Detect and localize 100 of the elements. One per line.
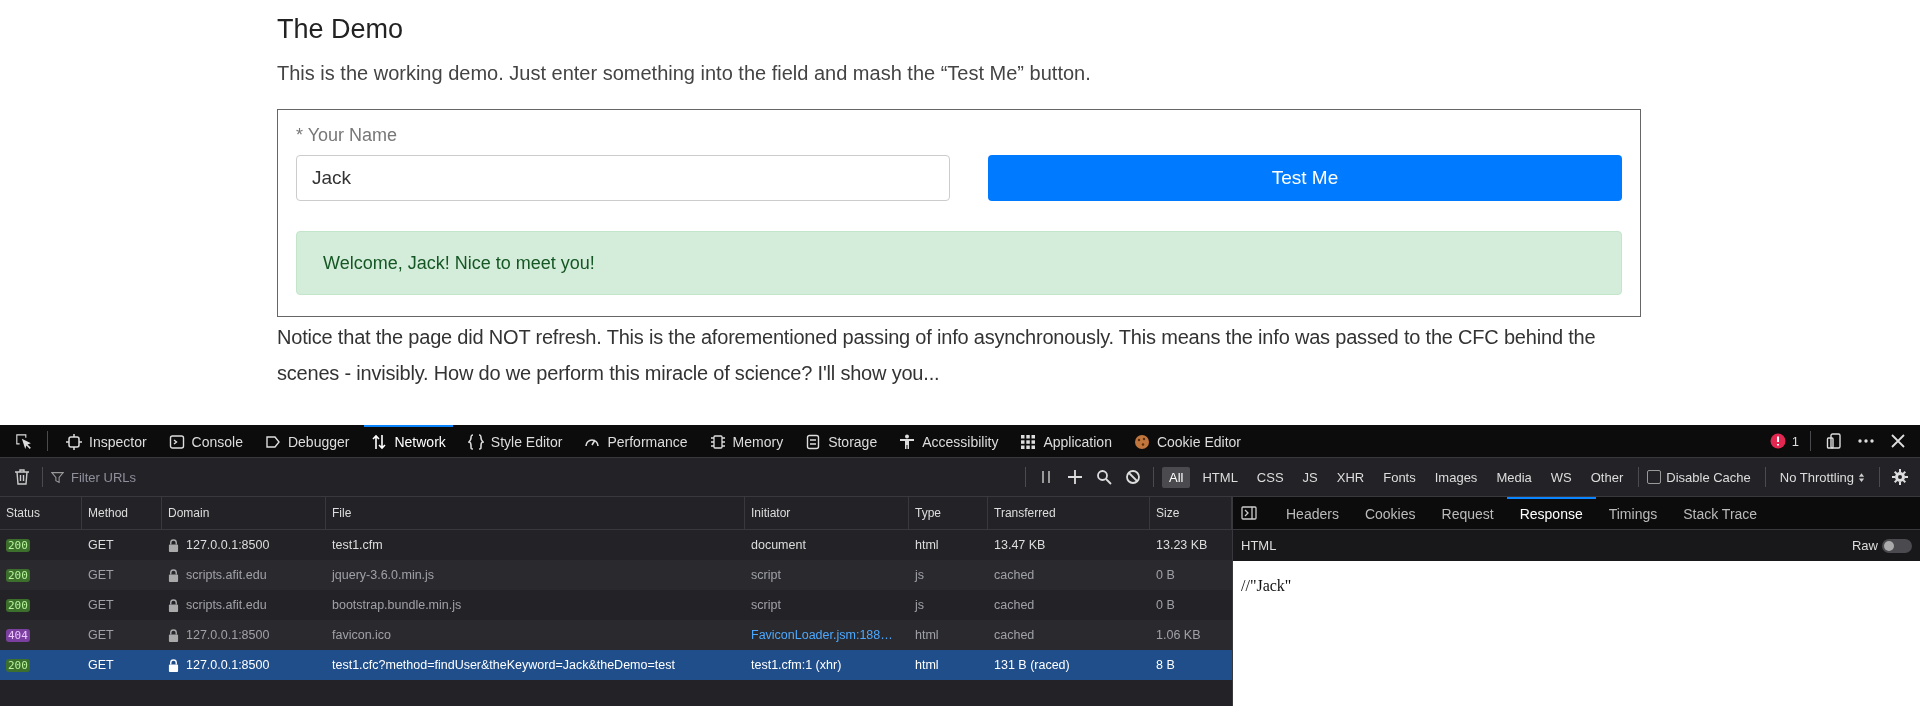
type-filter-button[interactable]: Images [1427,466,1485,488]
request-row[interactable]: 200 GET scripts.afit.edu jquery-3.6.0.min.js script js cached 0 B [0,560,1232,590]
table-cell: 8 B [1156,658,1175,672]
caret-icon [1858,471,1865,483]
sidebar-toggle-icon[interactable] [1241,505,1257,521]
table-cell: 127.0.0.1:8500 [186,538,270,552]
table-cell: script [751,568,781,582]
type-filter-button[interactable]: Other [1583,466,1631,488]
table-cell: cached [994,568,1035,582]
devtools-tab[interactable]: Inspector [59,425,154,457]
responsive-design-icon[interactable] [1826,433,1842,449]
type-filter-button[interactable]: XHR [1329,466,1372,488]
column-header[interactable]: Method [82,497,162,529]
table-cell: document [751,538,806,552]
table-cell: 13.47 KB [994,538,1046,552]
devtools-tab[interactable]: Debugger [257,425,357,457]
devtools-tab[interactable]: Application [1013,425,1119,457]
table-cell: jquery-3.6.0.min.js [332,568,435,582]
table-cell: favicon.ico [332,628,392,642]
lock-icon [168,598,179,612]
devtools-tab[interactable]: Cookie Editor [1126,425,1248,457]
section-heading: The Demo [277,13,405,46]
column-header[interactable]: Status [0,497,82,529]
column-header[interactable]: File [326,497,745,529]
type-filter-button[interactable]: Fonts [1376,466,1423,488]
disable-cache-checkbox[interactable] [1647,470,1662,484]
test-me-button[interactable]: Test Me [988,155,1622,201]
devtools-tab[interactable]: Network [364,425,453,457]
document-icon [805,434,822,450]
devtools-tab[interactable]: Accessibility [892,425,1006,457]
table-cell: bootstrap.bundle.min.js [332,598,462,612]
column-header[interactable]: Initiator [745,497,909,529]
success-alert: Welcome, Jack! Nice to meet you! [296,231,1622,295]
column-header[interactable]: Domain [162,497,326,529]
type-filter-button[interactable]: HTML [1195,466,1245,488]
tag-icon [264,434,281,450]
format-label: HTML [1241,538,1277,553]
table-cell: cached [994,628,1035,642]
table-cell: scripts.afit.edu [186,598,267,612]
request-row[interactable]: 404 GET 127.0.0.1:8500 favicon.ico FaviconLoader.jsm:188… html cached 1.06 KB [0,620,1232,650]
search-icon[interactable] [1096,469,1112,485]
raw-toggle[interactable] [1882,538,1912,553]
table-cell: test1.cfm:1 (xhr) [751,658,842,672]
name-field[interactable]: Jack [296,155,950,201]
request-row[interactable]: 200 GET 127.0.0.1:8500 test1.cfc?method=findUser&theKeyword=Jack&theDemo=test test1.cfm:1 (xhr) html 131 B (raced) 8 B [0,650,1232,680]
table-cell: cached [994,598,1035,612]
table-cell: GET [88,538,114,552]
braces-icon [467,434,484,450]
column-header[interactable]: Size [1150,497,1232,529]
settings-icon[interactable] [1892,469,1908,485]
plus-icon[interactable] [1067,469,1083,485]
element-picker-icon[interactable] [14,432,32,450]
column-header[interactable]: Transferred [988,497,1150,529]
table-cell: 0 B [1156,598,1175,612]
table-cell: html [915,538,939,552]
table-cell: 127.0.0.1:8500 [186,658,270,672]
intro-text: This is the working demo. Just enter something into the field and mash the “Test Me” button. [277,62,1092,85]
devtools-tab[interactable]: Performance [577,425,695,457]
throttling-dropdown[interactable]: No Throttling [1773,467,1871,487]
status-badge: 200 [6,658,30,672]
table-cell: 0 B [1156,568,1175,582]
trash-icon[interactable] [14,469,30,485]
close-icon[interactable] [1890,433,1906,449]
status-badge: 200 [6,568,30,582]
up-down-arrows-icon [371,434,388,450]
type-filter-button[interactable]: CSS [1249,466,1291,488]
block-icon[interactable] [1125,469,1141,485]
table-cell: GET [88,628,114,642]
details-tab[interactable]: Stack Trace [1670,497,1771,529]
column-header[interactable]: Type [909,497,988,529]
field-label: * Your Name [296,125,398,146]
table-cell: 127.0.0.1:8500 [186,628,270,642]
lock-icon [168,628,179,642]
type-filter-button[interactable]: Media [1489,466,1539,488]
explanation-text: Notice that the page did NOT refresh. This is the aforementioned passing of info asynchronously. This means the info was passed to the CFC behind the scenes - invisibly. How do we perform this miracle of science? I'll show you... [277,325,1597,386]
table-cell: GET [88,568,114,582]
details-tab[interactable]: Request [1428,497,1507,529]
devtools-tab[interactable]: Style Editor [460,425,570,457]
table-cell: scripts.afit.edu [186,568,267,582]
filter-field[interactable]: Filter URLs [69,468,1017,486]
table-cell: 131 B (raced) [994,658,1070,672]
filter-icon [51,470,64,484]
status-badge: 404 [6,628,30,642]
details-tab[interactable]: Headers [1273,497,1352,529]
type-filter-button[interactable]: All [1162,466,1191,488]
details-tab[interactable]: Timings [1595,497,1671,529]
devtools-tab[interactable]: Memory [702,425,791,457]
details-tab[interactable]: Cookies [1351,497,1429,529]
table-cell: 13.23 KB [1156,538,1208,552]
lock-icon [168,568,179,582]
initiator-link[interactable]: FaviconLoader.jsm:188… [751,628,893,642]
table-cell: html [915,628,939,642]
error-count[interactable]: 1 [1791,433,1799,449]
devtools-tab[interactable]: Console [161,425,250,457]
type-filter-button[interactable]: WS [1543,466,1579,488]
type-filter-button[interactable]: JS [1295,466,1325,488]
table-cell: js [915,598,925,612]
table-cell: test1.cfm [332,538,383,552]
table-cell: script [751,598,781,612]
devtools-tab[interactable]: Storage [798,425,885,457]
